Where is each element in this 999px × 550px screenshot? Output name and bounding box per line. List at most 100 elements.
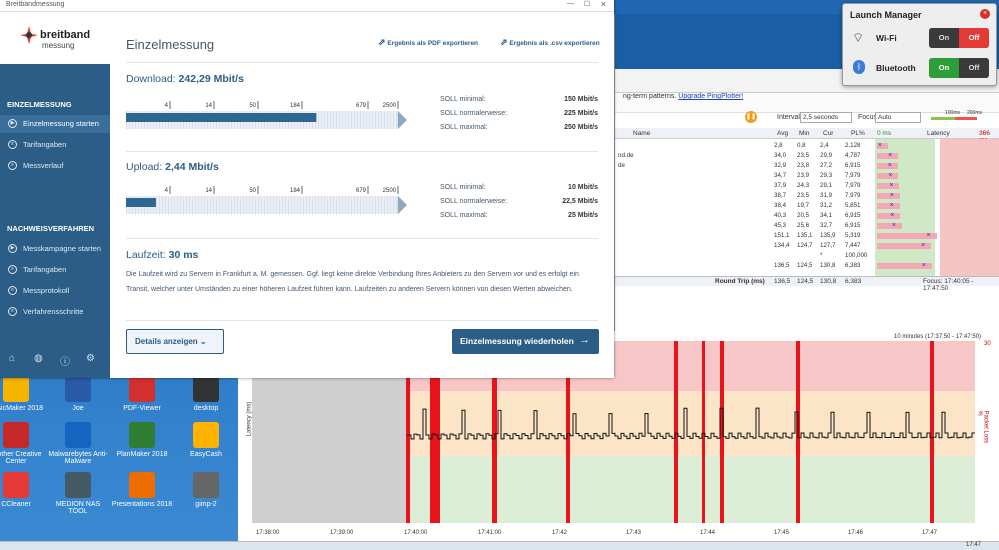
nav-tarifangaben-1[interactable]: ≡ Tarifangaben: [0, 136, 110, 154]
desktop-icon[interactable]: desktop: [174, 376, 238, 412]
soll-value: 225 Mbit/s: [564, 110, 598, 117]
desktop-icon[interactable]: BasicMaker 2018: [0, 376, 48, 412]
trace-row[interactable]: 38,4 19,7 31,2 5,851 ×: [615, 201, 999, 211]
wifi-on[interactable]: On: [929, 28, 959, 48]
trace-cell: 31,2: [820, 202, 833, 209]
roundtrip-pl: 6,383: [845, 278, 862, 285]
app-icon: [3, 422, 29, 448]
clock: 17:47: [965, 542, 981, 548]
trace-cell: 29,1: [820, 182, 833, 189]
desktop-icon[interactable]: CCleaner: [0, 472, 48, 508]
desktop-icon[interactable]: Brother Creative Center: [0, 422, 48, 465]
trace-row[interactable]: 40,3 20,5 34,1 6,915 ×: [615, 211, 999, 221]
repeat-measurement-button[interactable]: Einzelmessung wiederholen →: [452, 329, 599, 354]
desktop-icon[interactable]: gimp-2: [174, 472, 238, 508]
desktop-icon[interactable]: MEDION NAS TOOL: [46, 472, 110, 515]
packet-loss-bar: [930, 341, 934, 523]
trace-cell: 7,979: [845, 172, 861, 179]
latency-bar: [877, 203, 900, 209]
launch-manager-title: Launch Manager: [850, 10, 922, 20]
export-csv-link[interactable]: ⇗ Ergebnis als .csv exportieren: [500, 37, 600, 48]
nav-messprotokoll[interactable]: ≡ Messprotokoll: [0, 282, 110, 300]
bluetooth-off[interactable]: Off: [959, 58, 989, 78]
latency-value: 30 ms: [168, 249, 199, 261]
focus-select[interactable]: Auto: [875, 112, 921, 123]
scale-tick-label: 2500: [383, 188, 397, 194]
export-pdf-link[interactable]: ⇗ Ergebnis als PDF exportieren: [378, 37, 478, 48]
latency-marker: ×: [887, 162, 892, 169]
trace-cell: 32,7: [820, 222, 833, 229]
trace-row[interactable]: de 32,9 23,8 27,2 6,915 ×: [615, 161, 999, 171]
minimize-icon[interactable]: —: [567, 0, 574, 7]
desktop-icon[interactable]: Presentations 2018: [110, 472, 174, 508]
scale-tick-label: 50: [249, 188, 256, 194]
gear-icon[interactable]: ⚙: [86, 353, 95, 364]
trace-cell: 34,1: [820, 212, 833, 219]
export-icon: ⇗: [378, 37, 386, 47]
nav-einzelmessung-starten[interactable]: ▶ Einzelmessung starten: [0, 115, 110, 133]
divider: [126, 62, 598, 63]
trace-row[interactable]: nd.de 34,0 23,5 29,9 4,787 ×: [615, 151, 999, 161]
trace-row[interactable]: 2,8 0,8 2,4 2,128 ×: [615, 141, 999, 151]
trace-header: Name Avg Min Cur PL% 0 ms Latency 366 ms: [615, 128, 999, 144]
bluetooth-on[interactable]: On: [929, 58, 959, 78]
trace-cell: 2,8: [774, 142, 783, 149]
latency-marker: ×: [921, 262, 926, 269]
trace-row[interactable]: 151,1 135,1 135,9 5,319 ×: [615, 231, 999, 241]
home-icon[interactable]: ⌂: [9, 353, 15, 364]
trace-row[interactable]: 45,3 25,6 32,7 6,915 ×: [615, 221, 999, 231]
latency-marker: ×: [890, 212, 895, 219]
wifi-row: ⌔ Wi-Fi On Off: [843, 27, 998, 49]
roundtrip-min: 124,5: [797, 278, 814, 285]
trace-row[interactable]: 38,7 23,5 31,9 7,979 ×: [615, 191, 999, 201]
packet-loss-bar: [674, 341, 678, 523]
trace-row[interactable]: 34,7 23,9 29,3 7,979 ×: [615, 171, 999, 181]
trace-row[interactable]: 136,5 124,5 130,8 6,383 ×: [615, 261, 999, 271]
latency-bar: [877, 183, 900, 189]
upload-heading: Upload: 2,44 Mbit/s: [126, 161, 219, 173]
details-button[interactable]: Details anzeigen ⌄: [126, 329, 224, 354]
desktop-icon[interactable]: PDF-Viewer: [110, 376, 174, 412]
globe-icon[interactable]: ◍: [34, 353, 43, 364]
trace-cell: 34,0: [774, 152, 787, 159]
pause-icon[interactable]: ❚❚: [745, 111, 757, 123]
desktop-icon[interactable]: PlanMaker 2018: [110, 422, 174, 458]
wifi-toggle[interactable]: On Off: [929, 28, 989, 48]
close-window-icon[interactable]: ×: [601, 0, 606, 9]
desktop-icon-label: MEDION NAS TOOL: [55, 501, 101, 515]
trace-cell: 25,6: [797, 222, 810, 229]
desktop-icon-label: Malwarebytes Anti-Malware: [48, 451, 108, 465]
col-avg: Avg: [777, 130, 789, 137]
desktop-icon[interactable]: Joe: [46, 376, 110, 412]
trace-row[interactable]: 37,9 24,3 29,1 7,979 ×: [615, 181, 999, 191]
nav-messverlauf[interactable]: ≡ Messverlauf: [0, 157, 110, 175]
trace-row[interactable]: * 100,000: [615, 251, 999, 261]
desktop-icon[interactable]: EasyCash: [174, 422, 238, 458]
logo: breitband messung: [0, 12, 110, 64]
bluetooth-toggle[interactable]: On Off: [929, 58, 989, 78]
latency-marker: ×: [877, 142, 882, 149]
nav-tarifangaben-2[interactable]: ≡ Tarifangaben: [0, 261, 110, 279]
info-icon[interactable]: ⓘ: [60, 353, 70, 368]
wifi-off[interactable]: Off: [959, 28, 989, 48]
trace-row[interactable]: 134,4 124,7 127,7 7,447 ×: [615, 241, 999, 251]
interval-select[interactable]: 2,5 seconds: [800, 112, 852, 123]
taskbar: 17:47: [0, 541, 999, 550]
nav-verfahrensschritte[interactable]: ≡ Verfahrensschritte: [0, 303, 110, 321]
section-einzelmessung: EINZELMESSUNG: [7, 100, 72, 109]
maximize-icon[interactable]: ☐: [584, 0, 590, 8]
soll-value: 22,5 Mbit/s: [562, 198, 598, 205]
play-icon: ▶: [8, 244, 17, 253]
desktop-icon[interactable]: Malwarebytes Anti-Malware: [46, 422, 110, 465]
app-icon: [129, 472, 155, 498]
latency-marker: ×: [888, 172, 893, 179]
upload-label: Upload:: [126, 161, 163, 173]
pp-upgrade-link[interactable]: Upgrade PingPlotter!: [678, 93, 743, 100]
trace-cell: *: [820, 252, 823, 259]
desktop-icon-label: Joe: [72, 405, 84, 412]
tariff-icon: ≡: [8, 140, 17, 149]
export-icon: ⇗: [500, 37, 508, 47]
close-icon[interactable]: ×: [980, 9, 990, 19]
nav-messkampagne-starten[interactable]: ▶ Messkampagne starten: [0, 240, 110, 258]
app-icon: [129, 422, 155, 448]
